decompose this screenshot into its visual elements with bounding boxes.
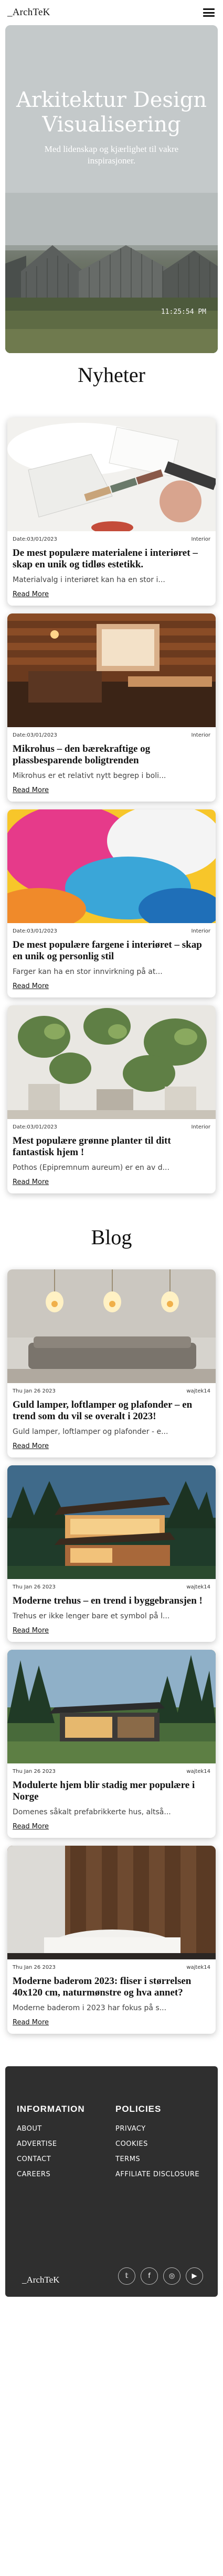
card-title[interactable]: De mest populære materialene i interiøre… bbox=[7, 542, 216, 571]
read-more-link[interactable]: Read More bbox=[13, 1178, 49, 1186]
footer-link-terms[interactable]: TERMS bbox=[115, 2155, 199, 2163]
card-image bbox=[7, 418, 216, 531]
blog-section-title: Blog bbox=[91, 1225, 132, 1249]
card-excerpt: Farger kan ha en stor innvirkning på at.… bbox=[13, 968, 163, 976]
card-date: Thu Jan 26 2023 bbox=[13, 1769, 56, 1774]
social-links: 𝕥 f ◎ ▶ bbox=[118, 2267, 203, 2285]
news-card[interactable]: Date:03/01/2023 Interior De mest populære… bbox=[7, 418, 216, 606]
blog-card[interactable]: Thu Jan 26 2023 wajtek14 Guld lamper, lof… bbox=[7, 1269, 216, 1457]
card-date: Thu Jan 26 2023 bbox=[13, 1388, 56, 1394]
card-image bbox=[7, 613, 216, 727]
card-title[interactable]: Moderne trehus – en trend i byggebransje… bbox=[7, 1590, 216, 1607]
footer-information-title: INFORMATION bbox=[17, 2104, 85, 2114]
footer-information-column: INFORMATION ABOUT ADVERTISE CONTACT CARE… bbox=[17, 2104, 85, 2186]
footer-policies-column: POLICIES PRIVACY COOKIES TERMS AFFILIATE… bbox=[115, 2104, 199, 2186]
hero-clock: 11:25:54 PM bbox=[161, 308, 206, 316]
card-excerpt: Domenes såkalt prefabrikkerte hus, altså… bbox=[13, 1808, 171, 1816]
twitter-icon[interactable]: 𝕥 bbox=[118, 2267, 135, 2285]
read-more-link[interactable]: Read More bbox=[13, 1823, 49, 1830]
read-more-link[interactable]: Read More bbox=[13, 1627, 49, 1635]
card-title[interactable]: De mest populære fargene i interiøret – … bbox=[7, 934, 216, 962]
read-more-link[interactable]: Read More bbox=[13, 1442, 49, 1450]
card-excerpt: Trehus er ikke lenger bare et symbol på … bbox=[13, 1612, 170, 1620]
card-category: Interior bbox=[191, 536, 210, 542]
card-excerpt: Guld lamper, loftlamper og plafonder - e… bbox=[13, 1428, 168, 1436]
card-date: Thu Jan 26 2023 bbox=[13, 1584, 56, 1590]
card-author: wajtek14 bbox=[186, 1965, 210, 1970]
card-excerpt: Pothos (Epipremnum aureum) er en av d... bbox=[13, 1164, 169, 1172]
card-author: wajtek14 bbox=[186, 1584, 210, 1590]
card-category: Interior bbox=[191, 1124, 210, 1130]
card-image bbox=[7, 809, 216, 923]
instagram-icon[interactable]: ◎ bbox=[163, 2267, 180, 2285]
card-title[interactable]: Mest populære grønne planter til ditt fa… bbox=[7, 1130, 216, 1158]
news-card[interactable]: Date:03/01/2023 Interior Mest populære gr… bbox=[7, 1005, 216, 1193]
footer-link-about[interactable]: ABOUT bbox=[17, 2125, 85, 2133]
hamburger-menu-icon[interactable] bbox=[202, 7, 216, 18]
footer-policies-title: POLICIES bbox=[115, 2104, 162, 2114]
news-card[interactable]: Date:03/01/2023 Interior De mest populære… bbox=[7, 809, 216, 997]
news-section-title: Nyheter bbox=[78, 363, 145, 387]
footer-link-affiliate-disclosure[interactable]: AFFILIATE DISCLOSURE bbox=[115, 2171, 199, 2178]
footer-link-cookies[interactable]: COOKIES bbox=[115, 2140, 199, 2148]
card-image bbox=[7, 1846, 216, 1959]
hero-text-block: Arkitektur Design Visualisering Med lide… bbox=[5, 88, 218, 167]
card-image bbox=[7, 1650, 216, 1763]
site-logo[interactable]: _ArchTeK bbox=[7, 7, 50, 18]
card-date: Thu Jan 26 2023 bbox=[13, 1965, 56, 1970]
card-date: Date:03/01/2023 bbox=[13, 1124, 57, 1130]
news-card[interactable]: Date:03/01/2023 Interior Mikrohus – den b… bbox=[7, 613, 216, 802]
card-excerpt: Mikrohus er et relativt nytt begrep i bo… bbox=[13, 772, 166, 780]
site-header: _ArchTeK bbox=[0, 0, 223, 25]
card-title[interactable]: Modulerte hjem blir stadig mer populære … bbox=[7, 1774, 216, 1803]
footer-link-advertise[interactable]: ADVERTISE bbox=[17, 2140, 85, 2148]
card-date: Date:03/01/2023 bbox=[13, 732, 57, 738]
facebook-icon[interactable]: f bbox=[141, 2267, 158, 2285]
card-author: wajtek14 bbox=[186, 1388, 210, 1394]
card-category: Interior bbox=[191, 928, 210, 934]
site-footer: INFORMATION ABOUT ADVERTISE CONTACT CARE… bbox=[5, 2066, 218, 2297]
card-title[interactable]: Mikrohus – den bærekraftige og plassbesp… bbox=[7, 738, 216, 766]
footer-link-careers[interactable]: CAREERS bbox=[17, 2171, 85, 2178]
card-image bbox=[7, 1269, 216, 1383]
hero-title: Arkitektur Design Visualisering bbox=[16, 88, 207, 137]
blog-card[interactable]: Thu Jan 26 2023 wajtek14 Modulerte hjem b… bbox=[7, 1650, 216, 1838]
footer-logo[interactable]: _ArchTeK bbox=[22, 2275, 60, 2285]
read-more-link[interactable]: Read More bbox=[13, 786, 49, 794]
blog-card[interactable]: Thu Jan 26 2023 wajtek14 Moderne baderom … bbox=[7, 1846, 216, 2034]
card-author: wajtek14 bbox=[186, 1769, 210, 1774]
card-date: Date:03/01/2023 bbox=[13, 536, 57, 542]
footer-link-privacy[interactable]: PRIVACY bbox=[115, 2125, 199, 2133]
card-date: Date:03/01/2023 bbox=[13, 928, 57, 934]
footer-link-contact[interactable]: CONTACT bbox=[17, 2155, 85, 2163]
read-more-link[interactable]: Read More bbox=[13, 2019, 49, 2026]
card-title[interactable]: Moderne baderom 2023: fliser i størrelse… bbox=[7, 1970, 216, 1999]
card-excerpt: Moderne baderom i 2023 har fokus på s... bbox=[13, 2004, 167, 2012]
card-image bbox=[7, 1465, 216, 1579]
hero-banner: Arkitektur Design Visualisering Med lide… bbox=[5, 25, 218, 353]
card-excerpt: Materialvalg i interiøret kan ha en stor… bbox=[13, 576, 165, 584]
read-more-link[interactable]: Read More bbox=[13, 590, 49, 598]
read-more-link[interactable]: Read More bbox=[13, 982, 49, 990]
card-category: Interior bbox=[191, 732, 210, 738]
hero-background-image bbox=[5, 25, 218, 353]
youtube-icon[interactable]: ▶ bbox=[186, 2267, 203, 2285]
hero-subtitle: Med lidenskap og kjærlighet til vakre in… bbox=[44, 144, 179, 166]
card-image bbox=[7, 1005, 216, 1119]
card-title[interactable]: Guld lamper, loftlamper og plafonder – e… bbox=[7, 1394, 216, 1422]
blog-card[interactable]: Thu Jan 26 2023 wajtek14 Moderne trehus –… bbox=[7, 1465, 216, 1642]
